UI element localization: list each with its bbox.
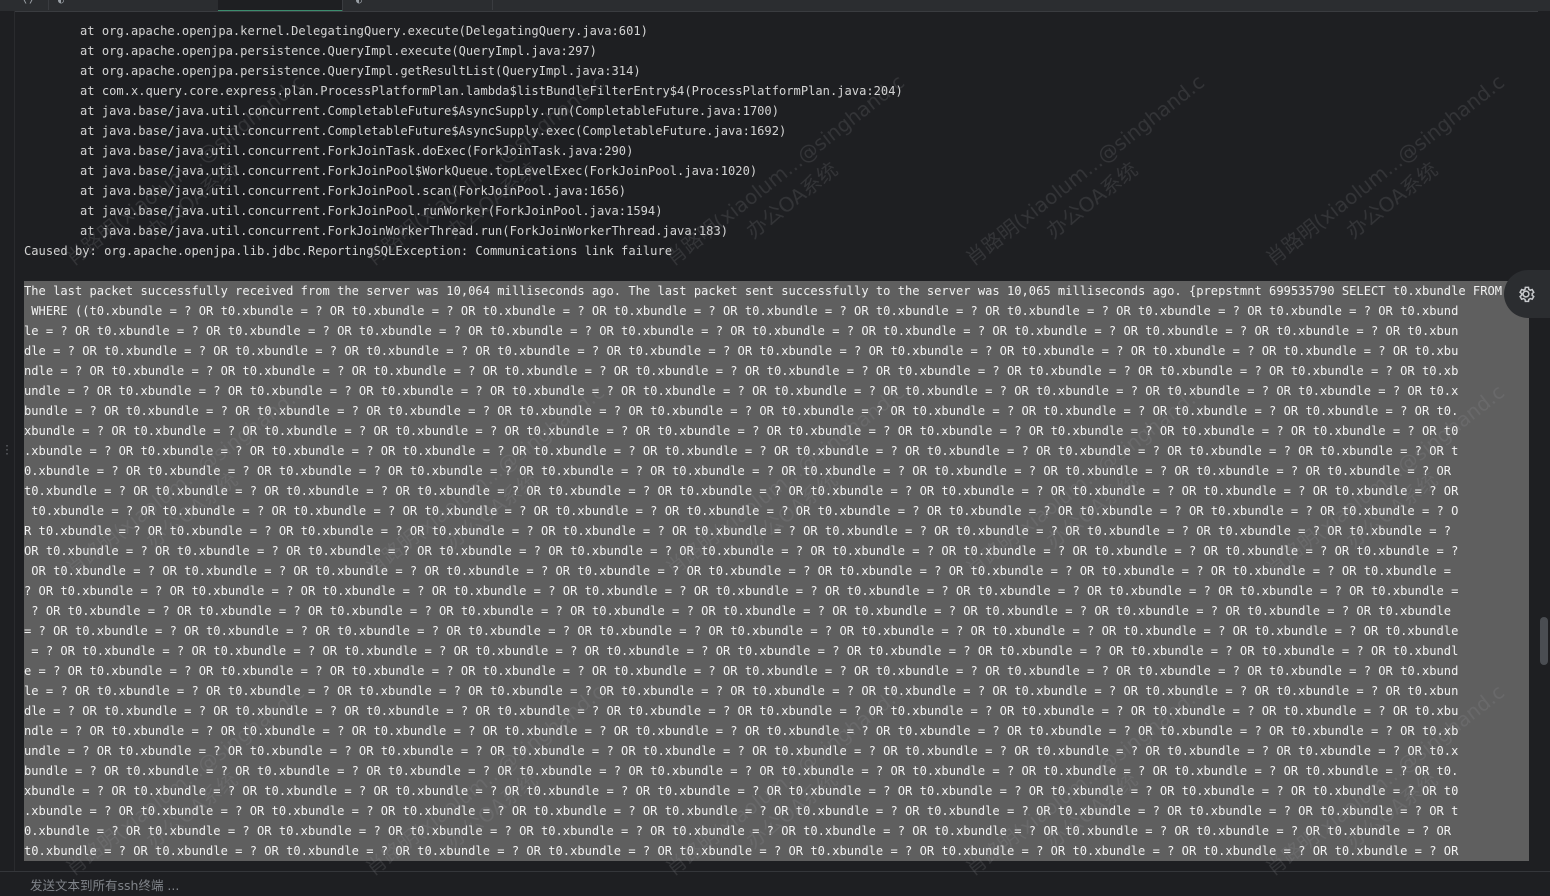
selected-sql-line: ? OR t0.xbundle = ? OR t0.xbundle = ? OR… — [24, 584, 1459, 598]
stack-trace-line: at java.base/java.util.concurrent.ForkJo… — [80, 144, 634, 158]
selected-sql-line: The last packet successfully received fr… — [24, 284, 1529, 298]
selected-sql-line: bundle = ? OR t0.xbundle = ? OR t0.xbund… — [24, 404, 1459, 418]
selected-sql-line: = ? OR t0.xbundle = ? OR t0.xbundle = ? … — [24, 644, 1459, 658]
selected-sql-line: = ? OR t0.xbundle = ? OR t0.xbundle = ? … — [24, 624, 1459, 638]
selected-sql-line: ndle = ? OR t0.xbundle = ? OR t0.xbundle… — [24, 724, 1459, 738]
selected-sql-line: xbundle = ? OR t0.xbundle = ? OR t0.xbun… — [24, 784, 1459, 798]
scrollbar-thumb[interactable] — [1540, 617, 1548, 665]
selected-sql-line: .xbundle = ? OR t0.xbundle = ? OR t0.xbu… — [24, 804, 1459, 818]
selected-sql-line: t0.xbundle = ? OR t0.xbundle = ? OR t0.x… — [24, 504, 1459, 518]
selected-sql-line: t0.xbundle = ? OR t0.xbundle = ? OR t0.x… — [24, 484, 1459, 498]
send-to-all-bar — [0, 871, 1550, 896]
tab-session-1[interactable]: ◐ — [48, 0, 219, 10]
selected-sql-line: dle = ? OR t0.xbundle = ? OR t0.xbundle … — [24, 344, 1459, 358]
caused-by-line: Caused by: org.apache.openjpa.lib.jdbc.R… — [24, 244, 673, 258]
selected-sql-line: t0.xbundle = ? OR t0.xbundle = ? OR t0.x… — [24, 844, 1459, 858]
selected-sql-line: 0.xbundle = ? OR t0.xbundle = ? OR t0.xb… — [24, 824, 1459, 838]
gear-icon — [1519, 286, 1535, 303]
stack-trace-line: at java.base/java.util.concurrent.ForkJo… — [80, 224, 729, 238]
selected-sql-line: WHERE ((t0.xbundle = ? OR t0.xbundle = ?… — [24, 304, 1459, 318]
selected-sql-line: undle = ? OR t0.xbundle = ? OR t0.xbundl… — [24, 384, 1459, 398]
tab-session-3[interactable]: ◐ — [342, 0, 493, 10]
left-gutter: · · · — [0, 11, 15, 871]
terminal-scrollbar[interactable] — [1538, 11, 1550, 871]
stack-trace-line: at org.apache.openjpa.persistence.QueryI… — [80, 44, 597, 58]
settings-button[interactable] — [1504, 270, 1550, 318]
stack-trace-line: at java.base/java.util.concurrent.Comple… — [80, 104, 779, 118]
stack-trace-line: at java.base/java.util.concurrent.Comple… — [80, 124, 787, 138]
selected-sql-line: .xbundle = ? OR t0.xbundle = ? OR t0.xbu… — [24, 444, 1459, 458]
selected-sql-line: R t0.xbundle = ? OR t0.xbundle = ? OR t0… — [24, 524, 1459, 538]
stack-trace-line: at org.apache.openjpa.persistence.QueryI… — [80, 64, 641, 78]
selected-sql-line: bundle = ? OR t0.xbundle = ? OR t0.xbund… — [24, 764, 1459, 778]
selected-sql-line: OR t0.xbundle = ? OR t0.xbundle = ? OR t… — [24, 564, 1459, 578]
selected-sql-line: xbundle = ? OR t0.xbundle = ? OR t0.xbun… — [24, 424, 1459, 438]
session-icon: ◐ — [356, 0, 363, 6]
stack-trace-line: at java.base/java.util.concurrent.ForkJo… — [80, 164, 758, 178]
selected-sql-line: e = ? OR t0.xbundle = ? OR t0.xbundle = … — [24, 664, 1459, 678]
selected-sql-line: le = ? OR t0.xbundle = ? OR t0.xbundle =… — [24, 324, 1459, 338]
terminal-output[interactable]: at org.apache.openjpa.kernel.DelegatingQ… — [14, 11, 1536, 871]
selected-sql-line: ndle = ? OR t0.xbundle = ? OR t0.xbundle… — [24, 364, 1459, 378]
stack-trace-line: at com.x.query.core.express.plan.Process… — [80, 84, 903, 98]
selected-sql-line: le = ? OR t0.xbundle = ? OR t0.xbundle =… — [24, 684, 1459, 698]
selected-sql-line: ? OR t0.xbundle = ? OR t0.xbundle = ? OR… — [24, 604, 1452, 618]
selected-sql-line: OR t0.xbundle = ? OR t0.xbundle = ? OR t… — [24, 544, 1459, 558]
tab-session-0[interactable]: ❬❭ — [8, 0, 49, 10]
stack-trace-line: at java.base/java.util.concurrent.ForkJo… — [80, 184, 627, 198]
selected-sql-line: 0.xbundle = ? OR t0.xbundle = ? OR t0.xb… — [24, 464, 1459, 478]
session-icon: ◐ — [58, 0, 65, 6]
drag-handle-icon[interactable]: · · · — [4, 442, 10, 460]
stack-trace-line: at java.base/java.util.concurrent.ForkJo… — [80, 204, 663, 218]
send-to-all-ssh-input[interactable] — [30, 876, 1510, 894]
selected-sql-line: undle = ? OR t0.xbundle = ? OR t0.xbundl… — [24, 744, 1459, 758]
stack-trace-line: at org.apache.openjpa.kernel.DelegatingQ… — [80, 24, 648, 38]
selected-sql-line: dle = ? OR t0.xbundle = ? OR t0.xbundle … — [24, 704, 1459, 718]
terminal-icon: ❬❭ — [22, 0, 35, 6]
